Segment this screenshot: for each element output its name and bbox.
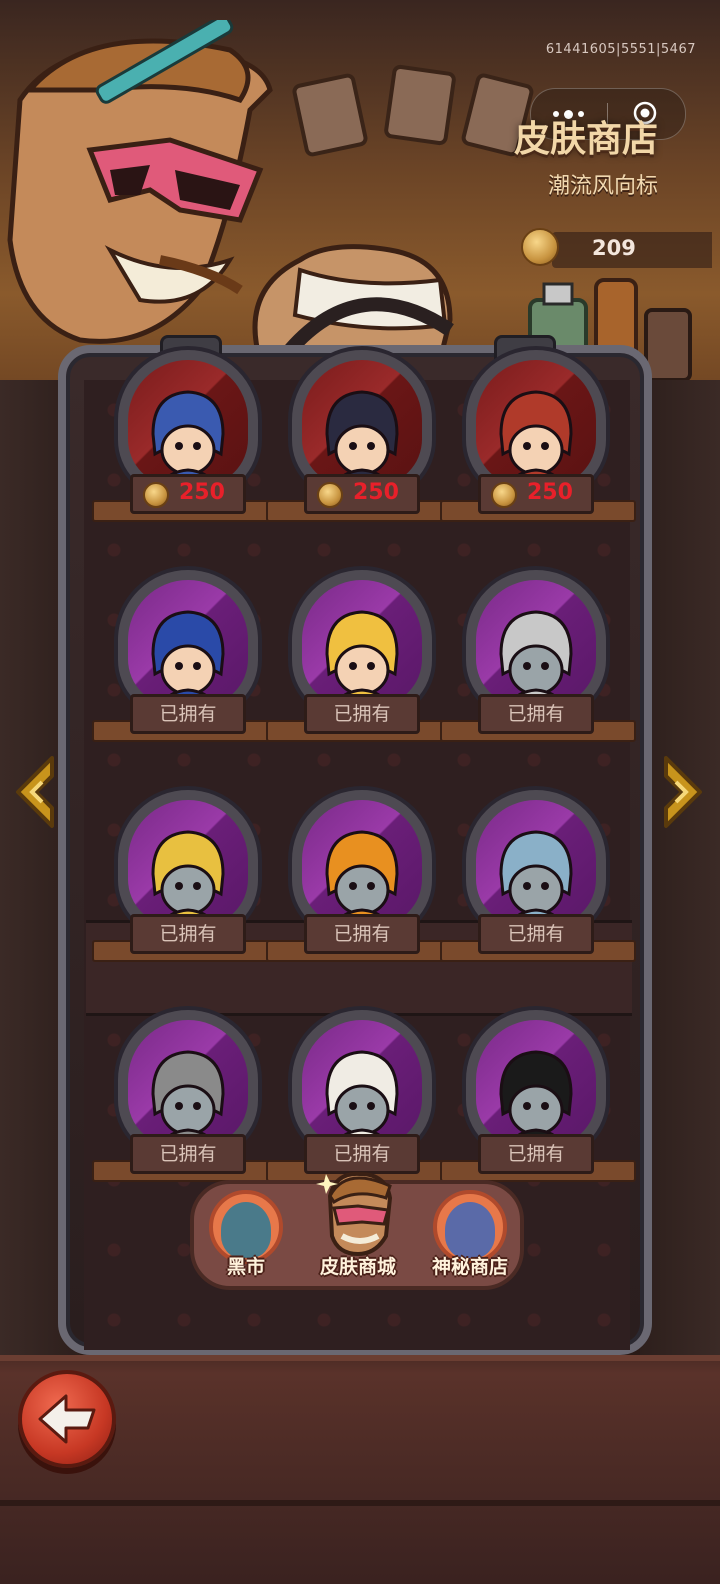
page-title: 皮肤商店 (513, 119, 658, 160)
skin-item-red-haired-beast[interactable]: 250 (440, 330, 636, 540)
back-arrow-icon[interactable] (36, 1392, 98, 1446)
coin-icon (521, 228, 559, 266)
coin-icon (317, 482, 343, 508)
owned-label: 已拥有 (130, 694, 246, 734)
chef-shark-portrait-icon (499, 610, 573, 706)
skin-shop-merchant-icon (316, 1171, 393, 1256)
skin-item-armored-shark[interactable]: 已拥有 (92, 990, 288, 1200)
jester-shark-portrait-icon (151, 830, 225, 926)
owned-label: 已拥有 (304, 914, 420, 954)
coin-icon (491, 482, 517, 508)
portrait-background (302, 800, 422, 926)
nav-skin-shop[interactable]: 皮肤商城 (308, 1171, 408, 1286)
portrait-background (302, 1020, 422, 1146)
portrait-background (302, 580, 422, 706)
right-wall (640, 380, 720, 1380)
bonnet-shark-portrait-icon (499, 830, 573, 926)
portrait-background (128, 360, 248, 486)
nav-black-market-label: 黑市 (226, 1256, 265, 1278)
price-value: 250 (179, 480, 225, 505)
skin-item-bonnet-shark[interactable]: 已拥有 (440, 770, 636, 980)
skin-item-hardhat-shark[interactable]: 已拥有 (266, 770, 462, 980)
page-subtitle: 潮流风向标 (547, 174, 658, 199)
floor-board-seam (0, 1500, 720, 1506)
price-value: 250 (527, 480, 573, 505)
masked-shark-portrait-icon (325, 390, 399, 486)
portrait-background (302, 360, 422, 486)
chevron-left-icon[interactable] (12, 754, 62, 830)
portrait-background (476, 360, 596, 486)
owned-label: 已拥有 (478, 1134, 594, 1174)
red-haired-beast-portrait-icon (499, 390, 573, 486)
owned-label: 已拥有 (478, 694, 594, 734)
portrait-background (476, 800, 596, 926)
skin-item-bunny-ear-girl[interactable]: 已拥有 (92, 550, 288, 760)
bunny-ear-girl-portrait-icon (151, 610, 225, 706)
hardhat-shark-portrait-icon (325, 830, 399, 926)
pirate-shark-portrait-icon (499, 1050, 573, 1146)
blue-haired-girl-portrait-icon (151, 390, 225, 486)
chevron-right-icon[interactable] (656, 754, 706, 830)
cat-mask-girl-portrait-icon (325, 610, 399, 706)
hanging-mugs-decoration (292, 64, 534, 157)
owned-label: 已拥有 (478, 914, 594, 954)
coin-balance: 209 (592, 236, 636, 260)
price-value: 250 (353, 480, 399, 505)
skin-item-jester-shark[interactable]: 已拥有 (92, 770, 288, 980)
portrait-background (128, 580, 248, 706)
portrait-background (476, 1020, 596, 1146)
price-tag[interactable]: 250 (130, 474, 246, 514)
owned-label: 已拥有 (130, 1134, 246, 1174)
portrait-background (476, 580, 596, 706)
coin-icon (143, 482, 169, 508)
nav-skin-shop-label: 皮肤商城 (319, 1256, 396, 1278)
price-tag[interactable]: 250 (304, 474, 420, 514)
floor-edge (0, 1355, 720, 1361)
owned-label: 已拥有 (130, 914, 246, 954)
chef-hat-man-portrait-icon (325, 1050, 399, 1146)
nav-mystery-shop-label: 神秘商店 (431, 1256, 508, 1278)
wooden-floor (0, 1355, 720, 1584)
skin-item-pirate-shark[interactable]: 已拥有 (440, 990, 636, 1200)
portrait-background (128, 800, 248, 926)
skin-item-blue-haired-girl[interactable]: 250 (92, 330, 288, 540)
nav-black-market[interactable]: 黑市 (196, 1186, 296, 1286)
debug-id-text: 61441605|5551|5467 (545, 42, 696, 57)
skin-item-masked-shark[interactable]: 250 (266, 330, 462, 540)
skin-item-cat-mask-girl[interactable]: 已拥有 (266, 550, 462, 760)
portrait-background (128, 1020, 248, 1146)
armored-shark-portrait-icon (151, 1050, 225, 1146)
skin-item-chef-shark[interactable]: 已拥有 (440, 550, 636, 760)
nav-mystery-shop[interactable]: 神秘商店 (420, 1186, 520, 1286)
price-tag[interactable]: 250 (478, 474, 594, 514)
owned-label: 已拥有 (304, 694, 420, 734)
